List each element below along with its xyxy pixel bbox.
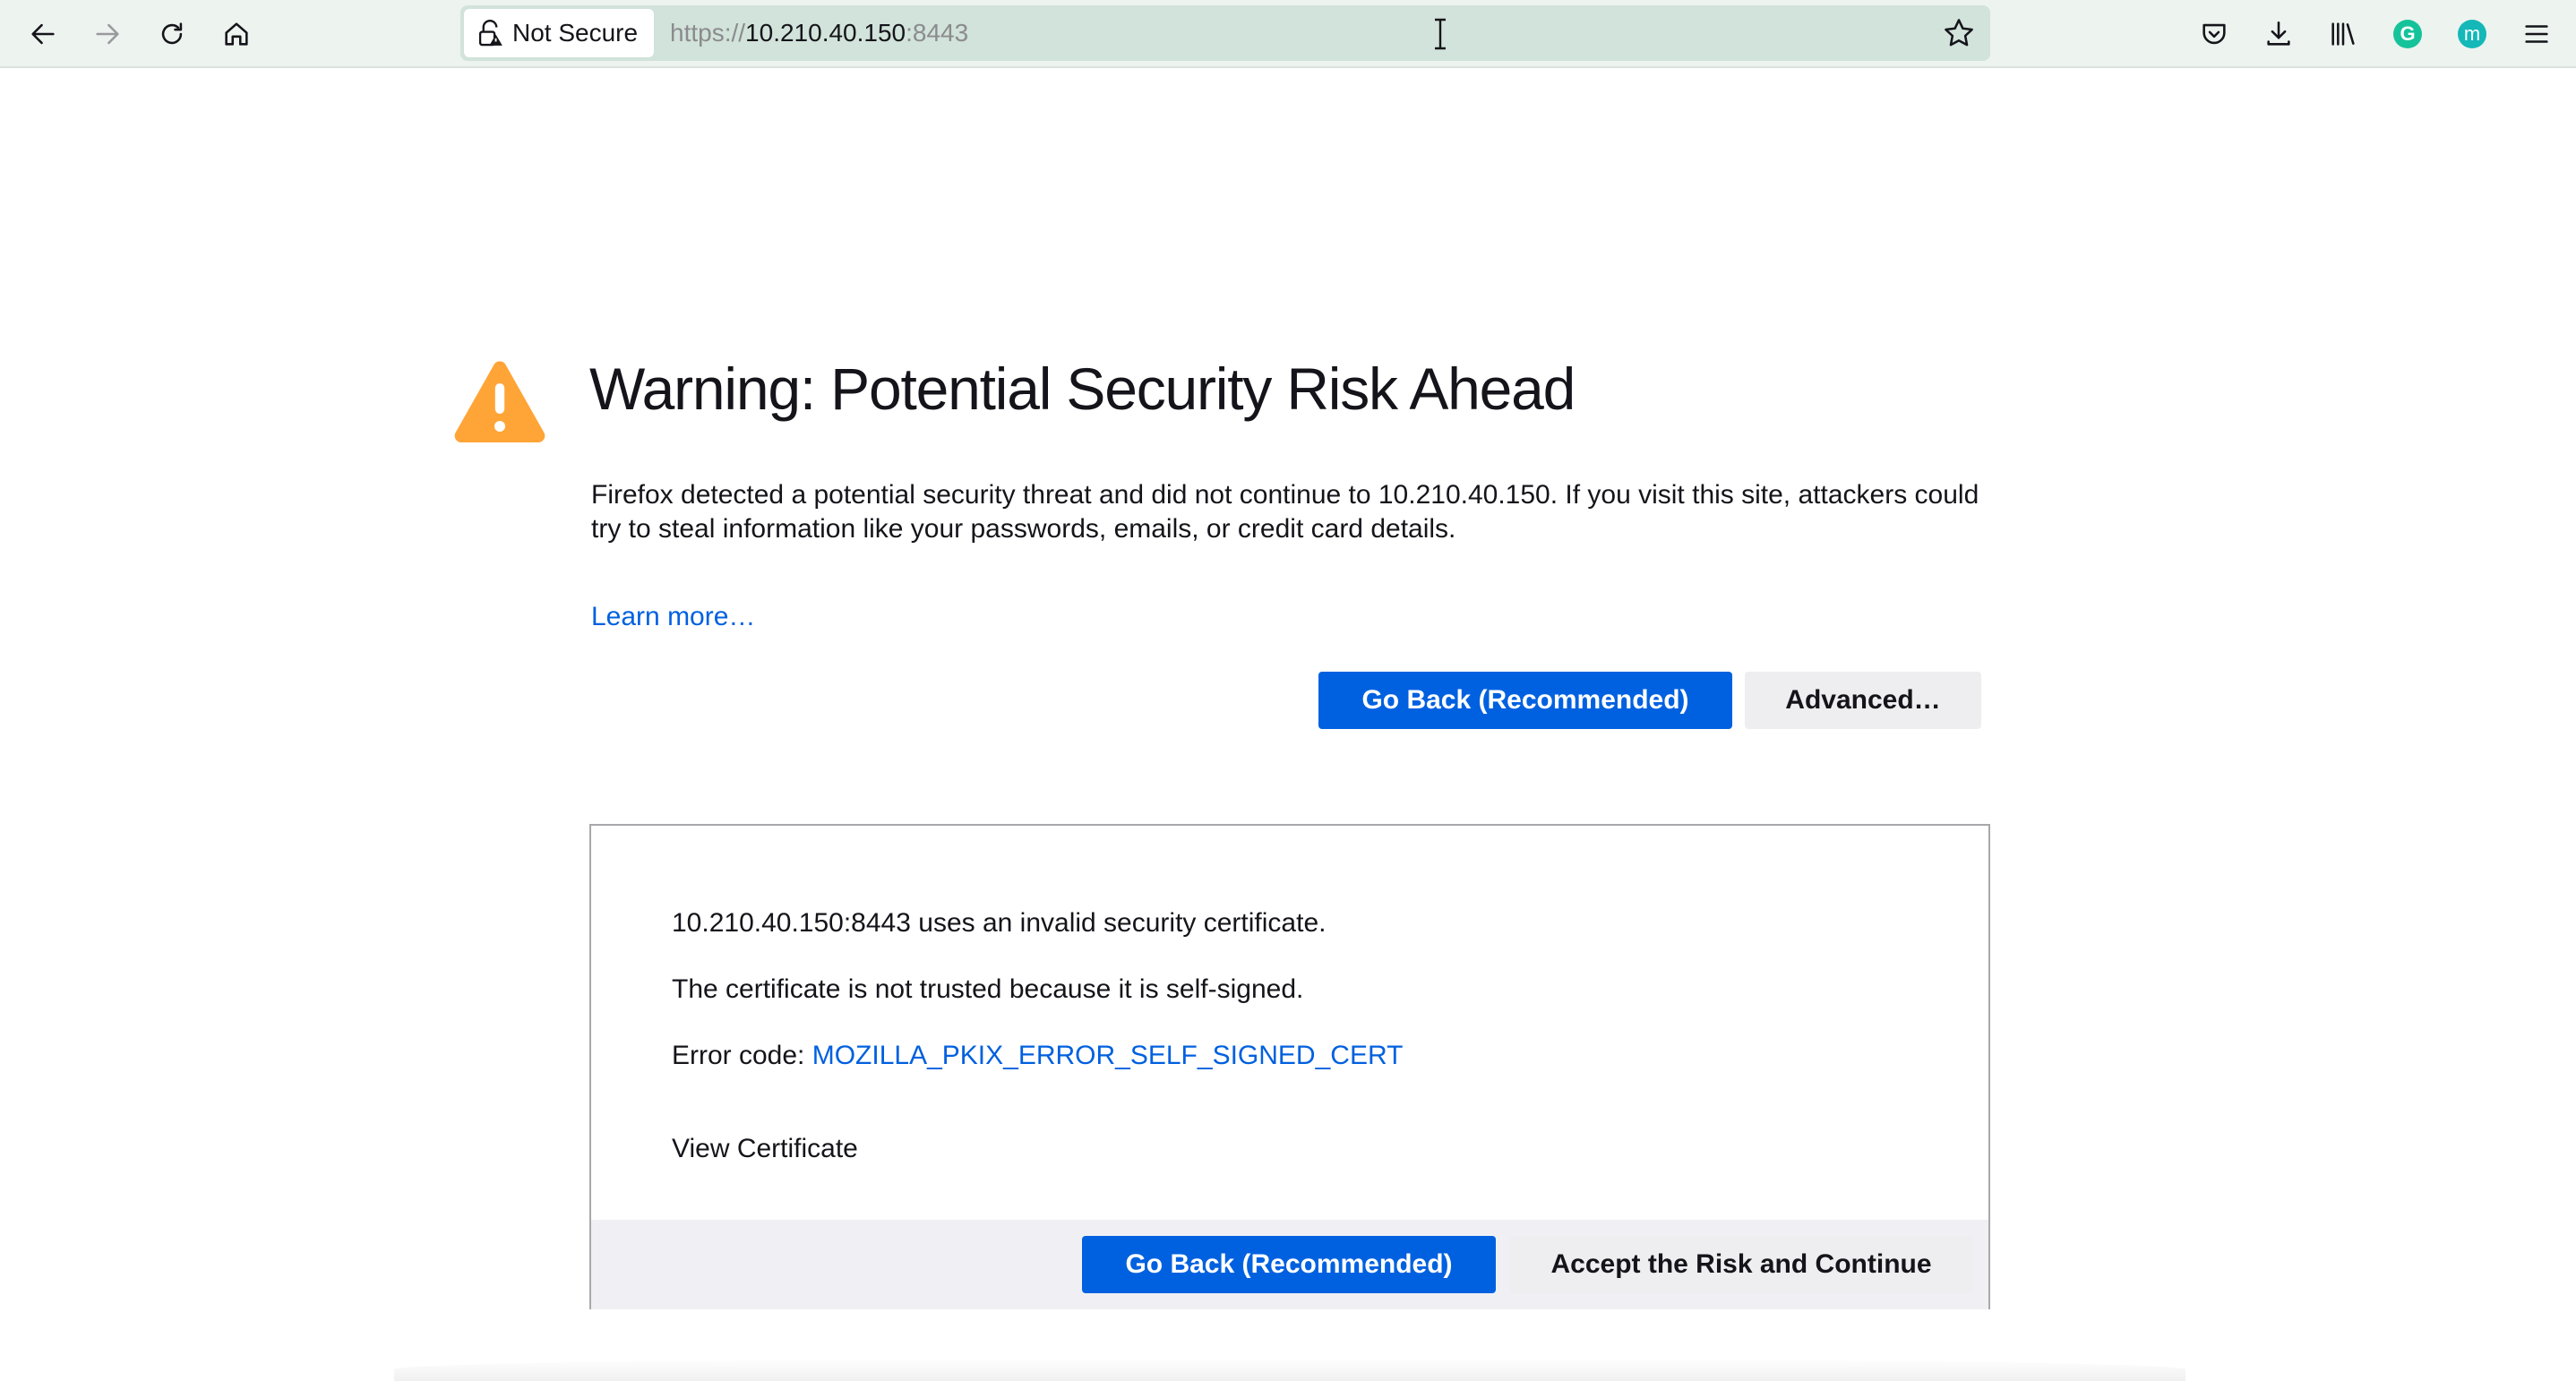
library-icon [2331,22,2355,46]
url-port: :8443 [906,19,969,47]
menu-icon [2525,25,2548,43]
page-title: Warning: Potential Security Risk Ahead [589,356,1576,422]
arrow-right-icon [96,23,119,45]
error-code-line: Error code: MOZILLA_PKIX_ERROR_SELF_SIGN… [672,1041,1403,1071]
reload-button[interactable] [149,11,195,57]
error-code-link[interactable]: MOZILLA_PKIX_ERROR_SELF_SIGNED_CERT [812,1041,1404,1070]
bottom-shadow [394,1358,2185,1381]
advanced-go-back-button[interactable]: Go Back (Recommended) [1082,1236,1496,1293]
error-code-prefix: Error code: [672,1041,812,1070]
reload-icon [161,22,183,45]
downloads-button[interactable] [2257,13,2300,56]
advanced-button[interactable]: Advanced… [1745,672,1981,729]
home-icon [225,22,248,46]
url-scheme: https:// [670,19,746,47]
not-secure-label: Not Secure [512,19,639,47]
browser-toolbar: Not Secure https://10.210.40.150:8443 G … [0,0,2576,68]
account-button[interactable]: m [2451,13,2494,56]
menu-button[interactable] [2515,13,2558,56]
forward-button[interactable] [84,11,131,57]
url-host: 10.210.40.150 [745,19,906,47]
learn-more-link[interactable]: Learn more… [591,602,755,632]
grammarly-icon: G [2393,20,2422,48]
library-button[interactable] [2322,13,2365,56]
url-text[interactable]: https://10.210.40.150:8443 [670,5,968,61]
accept-risk-button[interactable]: Accept the Risk and Continue [1510,1236,1972,1293]
pocket-button[interactable] [2193,13,2236,56]
warning-icon [454,361,545,442]
home-button[interactable] [213,11,260,57]
site-identity-button[interactable]: Not Secure [464,9,654,57]
warning-description: Firefox detected a potential security th… [591,480,1979,544]
view-certificate-link[interactable]: View Certificate [672,1134,858,1164]
back-button[interactable] [20,11,66,57]
advanced-panel: 10.210.40.150:8443 uses an invalid secur… [589,824,1990,1309]
advanced-panel-footer: Go Back (Recommended) Accept the Risk an… [591,1220,1988,1309]
url-bar[interactable]: Not Secure https://10.210.40.150:8443 [460,5,1990,61]
text-cursor-icon [1435,18,1446,50]
self-signed-text: The certificate is not trusted because i… [672,974,1304,1004]
arrow-left-icon [31,23,55,45]
pocket-icon [2202,23,2226,45]
grammarly-extension-button[interactable]: G [2386,13,2429,56]
bookmark-star-icon[interactable] [1942,16,1976,50]
invalid-certificate-text: 10.210.40.150:8443 uses an invalid secur… [672,908,1327,938]
download-icon [2267,21,2290,46]
go-back-button[interactable]: Go Back (Recommended) [1318,672,1732,729]
insecure-lock-icon [478,20,502,47]
account-icon: m [2458,20,2486,48]
